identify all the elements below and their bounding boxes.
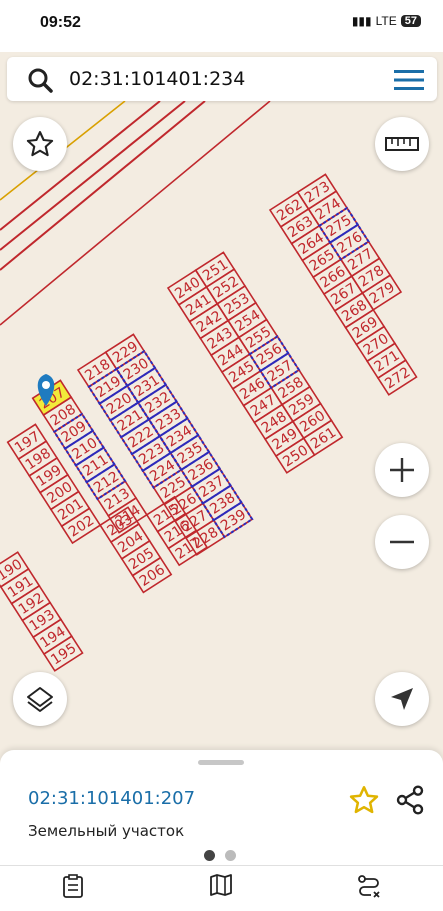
star-icon[interactable] — [348, 784, 380, 816]
favorite-map-button[interactable] — [13, 117, 67, 171]
star-icon — [26, 131, 54, 157]
pager-dots — [204, 850, 236, 861]
map-icon — [210, 874, 232, 896]
cadastral-map[interactable]: 197 198 199 200 201 202 207 208 209 210 211 212 213 2… — [0, 101, 443, 751]
search-icon[interactable] — [27, 67, 53, 93]
ruler-icon — [385, 137, 419, 151]
battery-level: 57 — [400, 15, 421, 27]
tab-map[interactable] — [201, 874, 241, 904]
status-bar: 09:52 ▮▮▮ LTE 57 — [0, 0, 443, 52]
plus-icon — [390, 458, 414, 482]
minus-icon — [390, 540, 414, 544]
bottom-tab-bar — [0, 865, 443, 911]
signal-icon: ▮▮▮ — [351, 14, 372, 28]
menu-icon[interactable] — [393, 67, 425, 93]
search-input[interactable]: 02:31:101401:234 — [69, 68, 245, 90]
navigation-arrow-icon — [391, 688, 413, 710]
share-icon[interactable] — [394, 784, 426, 816]
zoom-in-button[interactable] — [375, 443, 429, 497]
status-time: 09:52 — [40, 14, 81, 31]
locate-button[interactable] — [375, 672, 429, 726]
cadastral-number[interactable]: 02:31:101401:207 — [28, 788, 195, 809]
tab-info[interactable] — [53, 874, 93, 904]
pager-dot[interactable] — [225, 850, 236, 861]
status-indicators: ▮▮▮ LTE 57 — [352, 14, 421, 28]
search-bar[interactable]: 02:31:101401:234 — [7, 57, 437, 101]
network-type: LTE — [375, 14, 397, 28]
ruler-button[interactable] — [375, 117, 429, 171]
route-icon — [358, 875, 380, 898]
layers-icon — [27, 687, 53, 712]
pager-dot-active[interactable] — [204, 850, 215, 861]
tab-tools[interactable] — [349, 874, 389, 904]
map-canvas[interactable]: 1971981992002012022072082092102112122132… — [0, 101, 443, 751]
layers-button[interactable] — [13, 672, 67, 726]
sheet-drag-handle[interactable] — [198, 760, 244, 765]
clipboard-icon — [63, 874, 83, 898]
object-type: Земельный участок — [28, 822, 185, 840]
zoom-out-button[interactable] — [375, 515, 429, 569]
